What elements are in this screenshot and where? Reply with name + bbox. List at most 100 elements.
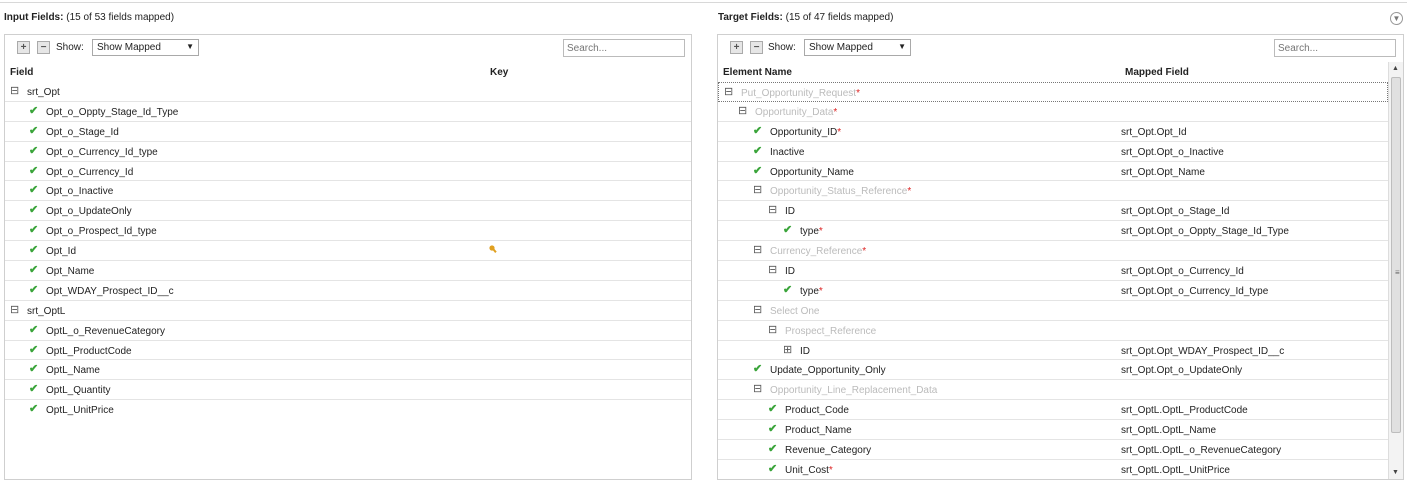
column-header-key[interactable]: Key <box>490 67 508 78</box>
collapse-node-icon[interactable]: ⊟ <box>10 304 19 316</box>
scroll-down-icon[interactable]: ▼ <box>1392 469 1399 476</box>
tree-field-row[interactable]: ✔ Update_Opportunity_Only srt_Opt.Opt_o_Up… <box>718 360 1388 381</box>
tree-field-row[interactable]: ✔ Opt_o_Oppty_Stage_Id_Type <box>5 102 691 122</box>
tree-field-row[interactable]: ✔ OptL_Quantity <box>5 380 691 401</box>
check-icon: ✔ <box>753 144 763 157</box>
tree-field-row[interactable]: ✔ Opt_WDAY_Prospect_ID__c <box>5 281 691 301</box>
tree-field-row[interactable]: ✔ Opportunity_ID* srt_Opt.Opt_Id <box>718 122 1388 142</box>
mapped-field-value: srt_OptL.OptL_Name <box>1121 425 1217 437</box>
required-marker: * <box>856 88 860 99</box>
tree-field-row[interactable]: ✔ OptL_ProductCode <box>5 341 691 361</box>
tree-group-row[interactable]: ⊟ Opportunity_Data* <box>718 102 1388 122</box>
tree-field-row[interactable]: ✔ type* srt_Opt.Opt_o_Oppty_Stage_Id_Type <box>718 221 1388 242</box>
tree-node-label: Opportunity_Data* <box>755 106 838 118</box>
collapse-node-icon[interactable]: ⊟ <box>724 86 733 98</box>
input-field-list: ⊟ srt_Opt ✔ Opt_o_Oppty_Stage_Id_Type ✔ Opt_o… <box>5 82 691 420</box>
column-header-element-name[interactable]: Element Name <box>723 67 792 78</box>
tree-group-row[interactable]: ⊟ ID srt_Opt.Opt_o_Stage_Id <box>718 201 1388 222</box>
input-column-header: Field Key <box>5 63 691 82</box>
expand-all-icon[interactable]: + <box>14 38 30 54</box>
input-search-input[interactable] <box>563 39 685 57</box>
mapped-field-value: srt_Opt.Opt_o_Oppty_Stage_Id_Type <box>1121 226 1289 238</box>
show-filter-select[interactable]: Show Mapped ▼ <box>92 39 199 56</box>
collapse-all-icon[interactable]: − <box>34 38 50 54</box>
tree-field-row[interactable]: ⊞ ID srt_Opt.Opt_WDAY_Prospect_ID__c <box>718 341 1388 361</box>
tree-group-row[interactable]: ⊟ Opportunity_Line_Replacement_Data <box>718 380 1388 401</box>
tree-field-row[interactable]: ✔ Opt_Id <box>5 241 691 262</box>
tree-group-row[interactable]: ⊟ Opportunity_Status_Reference* <box>718 181 1388 202</box>
collapse-node-icon[interactable]: ⊟ <box>768 204 777 216</box>
check-icon: ✔ <box>768 443 778 456</box>
key-icon <box>489 245 497 254</box>
tree-field-row[interactable]: ✔ Inactive srt_Opt.Opt_o_Inactive <box>718 142 1388 162</box>
tree-field-row[interactable]: ✔ Opt_o_UpdateOnly <box>5 201 691 222</box>
tree-group-row[interactable]: ⊟ Currency_Reference* <box>718 241 1388 262</box>
tree-field-row[interactable]: ✔ OptL_UnitPrice <box>5 400 691 420</box>
tree-node-label: Opt_o_Inactive <box>46 186 114 198</box>
tree-group-row[interactable]: ⊟ Prospect_Reference <box>718 321 1388 341</box>
collapse-node-icon[interactable]: ⊟ <box>768 324 777 336</box>
collapse-panel-icon[interactable]: ▼ <box>1390 12 1403 25</box>
tree-field-row[interactable]: ✔ Opportunity_Name srt_Opt.Opt_Name <box>718 162 1388 182</box>
tree-field-row[interactable]: ✔ Opt_o_Currency_Id_type <box>5 142 691 162</box>
tree-field-row[interactable]: ✔ Opt_o_Prospect_Id_type <box>5 221 691 242</box>
tree-group-row[interactable]: ⊟ Put_Opportunity_Request* <box>718 82 1388 102</box>
tree-field-row[interactable]: ✔ Product_Name srt_OptL.OptL_Name <box>718 420 1388 441</box>
collapse-node-icon[interactable]: ⊟ <box>753 184 762 196</box>
scroll-up-icon[interactable]: ▲ <box>1392 65 1399 72</box>
check-icon: ✔ <box>29 244 39 257</box>
tree-node-label: Update_Opportunity_Only <box>770 365 886 377</box>
column-header-mapped-field[interactable]: Mapped Field <box>1125 67 1189 78</box>
tree-field-row[interactable]: ✔ OptL_Name <box>5 360 691 381</box>
tree-field-row[interactable]: ✔ Product_Code srt_OptL.OptL_ProductCode <box>718 400 1388 421</box>
column-header-field[interactable]: Field <box>10 67 33 78</box>
tree-node-label: OptL_Name <box>46 365 100 377</box>
mapped-field-value: srt_OptL.OptL_ProductCode <box>1121 405 1248 417</box>
tree-field-row[interactable]: ✔ Opt_o_Stage_Id <box>5 122 691 142</box>
tree-node-label: Opt_o_Currency_Id_type <box>46 146 158 158</box>
collapse-node-icon[interactable]: ⊟ <box>753 304 762 316</box>
show-filter-select[interactable]: Show Mapped ▼ <box>804 39 911 56</box>
tree-field-row[interactable]: ✔ Opt_Name <box>5 261 691 281</box>
collapse-all-icon[interactable]: − <box>747 38 763 54</box>
tree-field-row[interactable]: ✔ Unit_Cost* srt_OptL.OptL_UnitPrice <box>718 460 1388 479</box>
expand-node-icon[interactable]: ⊞ <box>783 344 792 356</box>
collapse-node-icon[interactable]: ⊟ <box>753 244 762 256</box>
tree-field-row[interactable]: ✔ Revenue_Category srt_OptL.OptL_o_Revenue… <box>718 440 1388 460</box>
tree-field-row[interactable]: ✔ type* srt_Opt.Opt_o_Currency_Id_type <box>718 281 1388 301</box>
tree-node-label: Prospect_Reference <box>785 325 877 337</box>
check-icon: ✔ <box>29 184 39 197</box>
tree-node-label: Opportunity_Line_Replacement_Data <box>770 385 938 397</box>
tree-field-row[interactable]: ✔ OptL_o_RevenueCategory <box>5 321 691 341</box>
scrollbar-thumb[interactable]: ≡ <box>1391 77 1401 433</box>
collapse-node-icon[interactable]: ⊟ <box>753 383 762 395</box>
tree-node-label: ID <box>785 266 795 278</box>
chevron-down-icon: ▼ <box>898 42 906 51</box>
vertical-scrollbar[interactable]: ▲ ≡ ▼ <box>1388 62 1403 479</box>
check-icon: ✔ <box>29 164 39 177</box>
tree-node-label: Product_Code <box>785 405 849 417</box>
target-fields-title: Target Fields: <box>718 12 783 23</box>
tree-group-row[interactable]: ⊟ ID srt_Opt.Opt_o_Currency_Id <box>718 261 1388 281</box>
tree-field-row[interactable]: ✔ Opt_o_Inactive <box>5 181 691 202</box>
check-icon: ✔ <box>29 343 39 356</box>
check-icon: ✔ <box>29 323 39 336</box>
mapped-field-value: srt_Opt.Opt_o_UpdateOnly <box>1121 365 1243 377</box>
check-icon: ✔ <box>768 423 778 436</box>
tree-node-label: Opportunity_Name <box>770 166 854 178</box>
tree-group-row[interactable]: ⊟ srt_Opt <box>5 82 691 102</box>
collapse-node-icon[interactable]: ⊟ <box>10 85 19 97</box>
tree-group-row[interactable]: ⊟ Select One <box>718 301 1388 321</box>
target-search-input[interactable] <box>1274 39 1396 57</box>
tree-group-row[interactable]: ⊟ srt_OptL <box>5 301 691 321</box>
target-toolbar: + − Show: Show Mapped ▼ <box>718 35 1403 63</box>
tree-field-row[interactable]: ✔ Opt_o_Currency_Id <box>5 162 691 182</box>
tree-node-label: srt_OptL <box>27 305 66 317</box>
mapped-field-value: srt_Opt.Opt_Id <box>1121 126 1187 138</box>
tree-node-label: Opt_WDAY_Prospect_ID__c <box>46 285 174 297</box>
tree-node-label: Opt_o_Currency_Id <box>46 166 134 178</box>
expand-all-icon[interactable]: + <box>727 38 743 54</box>
collapse-node-icon[interactable]: ⊟ <box>768 264 777 276</box>
mapped-field-value: srt_OptL.OptL_o_RevenueCategory <box>1121 445 1282 457</box>
collapse-node-icon[interactable]: ⊟ <box>738 105 747 117</box>
